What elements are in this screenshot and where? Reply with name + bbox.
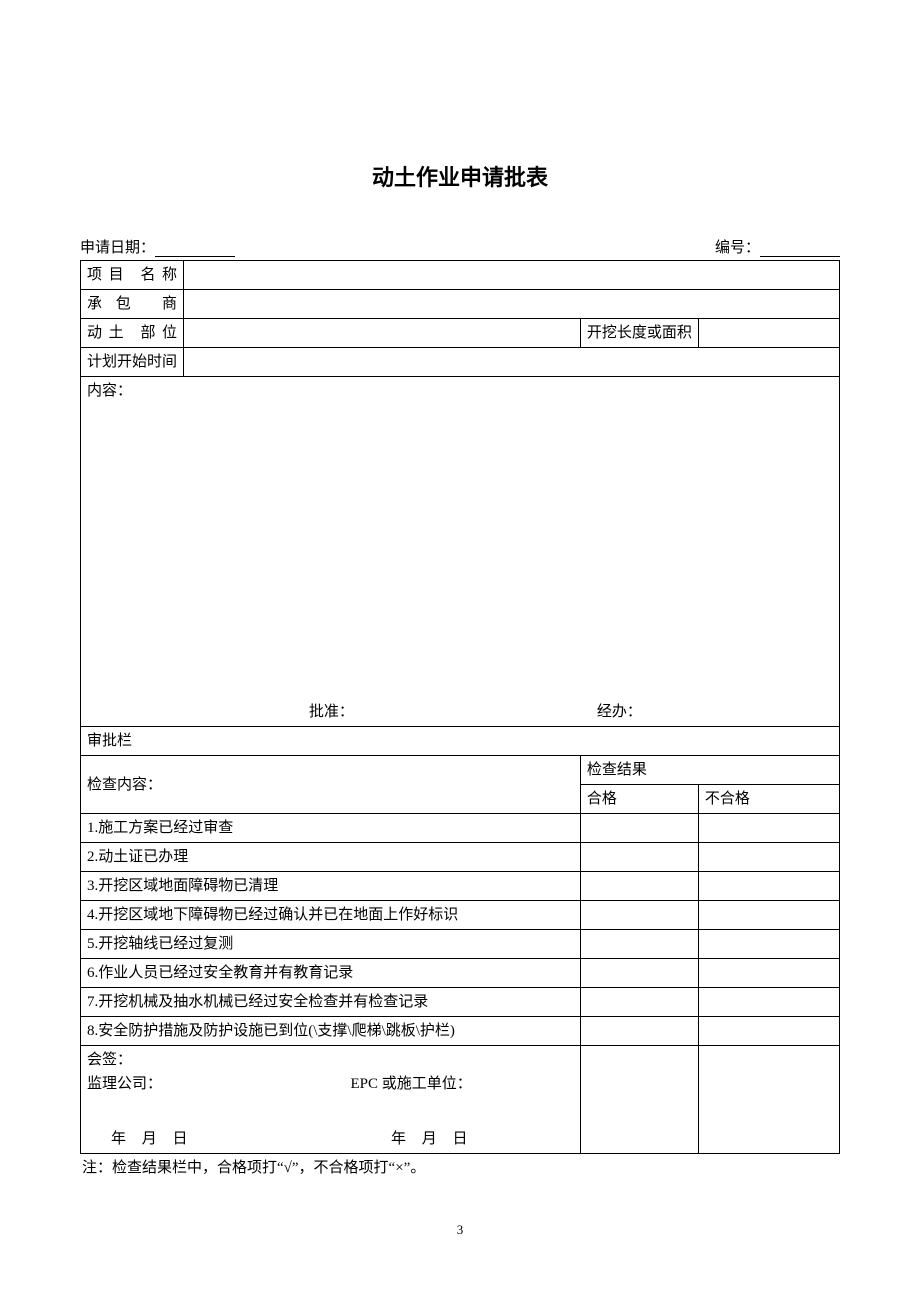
dig-length-label: 开挖长度或面积 bbox=[580, 319, 698, 348]
fail-cell bbox=[698, 872, 839, 901]
fail-cell bbox=[698, 959, 839, 988]
content-cell: 内容： 批准： 经办： bbox=[81, 377, 840, 727]
pass-cell bbox=[580, 901, 698, 930]
approval-col-label: 审批栏 bbox=[81, 727, 840, 756]
location-value bbox=[184, 319, 581, 348]
pass-cell bbox=[580, 843, 698, 872]
dig-length-value bbox=[698, 319, 839, 348]
fail-cell bbox=[698, 988, 839, 1017]
check-item: 2.动土证已办理 bbox=[81, 843, 581, 872]
pass-cell bbox=[580, 872, 698, 901]
contractor-value bbox=[184, 290, 840, 319]
pass-cell bbox=[580, 1017, 698, 1046]
check-item: 3.开挖区域地面障碍物已清理 bbox=[81, 872, 581, 901]
cosign-label: 会签： bbox=[87, 1048, 574, 1072]
fail-cell bbox=[698, 814, 839, 843]
pass-cell bbox=[580, 988, 698, 1017]
project-name-value bbox=[184, 261, 840, 290]
plan-start-value bbox=[184, 348, 840, 377]
sign-cell: 会签： 监理公司： EPC 或施工单位： 年 月 日 年 月 日 bbox=[81, 1046, 581, 1154]
fail-label: 不合格 bbox=[698, 785, 839, 814]
supervisor-label: 监理公司： bbox=[87, 1072, 310, 1096]
fail-cell bbox=[698, 843, 839, 872]
project-name-label: 项目 名称 bbox=[81, 261, 184, 290]
serial-blank bbox=[760, 241, 840, 258]
check-item: 7.开挖机械及抽水机械已经过安全检查并有检查记录 bbox=[81, 988, 581, 1017]
contractor-label: 承包 商 bbox=[81, 290, 184, 319]
page-title: 动土作业申请批表 bbox=[80, 160, 840, 192]
serial-label: 编号： bbox=[715, 240, 760, 256]
pass-cell bbox=[580, 814, 698, 843]
approve-label: 批准： bbox=[81, 700, 354, 724]
content-label: 内容： bbox=[87, 383, 132, 399]
inspect-content-label: 检查内容： bbox=[81, 756, 581, 814]
page-number: 3 bbox=[0, 1222, 920, 1238]
epc-label: EPC 或施工单位： bbox=[310, 1072, 573, 1096]
check-item: 8.安全防护措施及防护设施已到位(\支撑\爬梯\跳板\护栏) bbox=[81, 1017, 581, 1046]
check-item: 4.开挖区域地下障碍物已经过确认并已在地面上作好标识 bbox=[81, 901, 581, 930]
sign-fail-cell bbox=[698, 1046, 839, 1154]
fail-cell bbox=[698, 901, 839, 930]
date-right: 年 月 日 bbox=[391, 1127, 580, 1151]
apply-date-blank bbox=[155, 241, 235, 258]
plan-start-label: 计划开始时间 bbox=[81, 348, 184, 377]
check-item: 1.施工方案已经过审查 bbox=[81, 814, 581, 843]
fail-cell bbox=[698, 1017, 839, 1046]
fail-cell bbox=[698, 930, 839, 959]
inspect-result-label: 检查结果 bbox=[580, 756, 839, 785]
handle-label: 经办： bbox=[354, 700, 642, 724]
pass-cell bbox=[580, 930, 698, 959]
check-item: 5.开挖轴线已经过复测 bbox=[81, 930, 581, 959]
footnote: 注：检查结果栏中，合格项打“√”，不合格项打“×”。 bbox=[80, 1154, 840, 1179]
pass-label: 合格 bbox=[580, 785, 698, 814]
form-table: 项目 名称 承包 商 动土 部位 开挖长度或面积 计划开始时间 内容： 批准： … bbox=[80, 260, 840, 1154]
location-label: 动土 部位 bbox=[81, 319, 184, 348]
header-row: 申请日期： 编号： bbox=[80, 236, 840, 257]
sign-pass-cell bbox=[580, 1046, 698, 1154]
apply-date-label: 申请日期： bbox=[80, 240, 155, 256]
check-item: 6.作业人员已经过安全教育并有教育记录 bbox=[81, 959, 581, 988]
pass-cell bbox=[580, 959, 698, 988]
date-left: 年 月 日 bbox=[81, 1127, 391, 1151]
